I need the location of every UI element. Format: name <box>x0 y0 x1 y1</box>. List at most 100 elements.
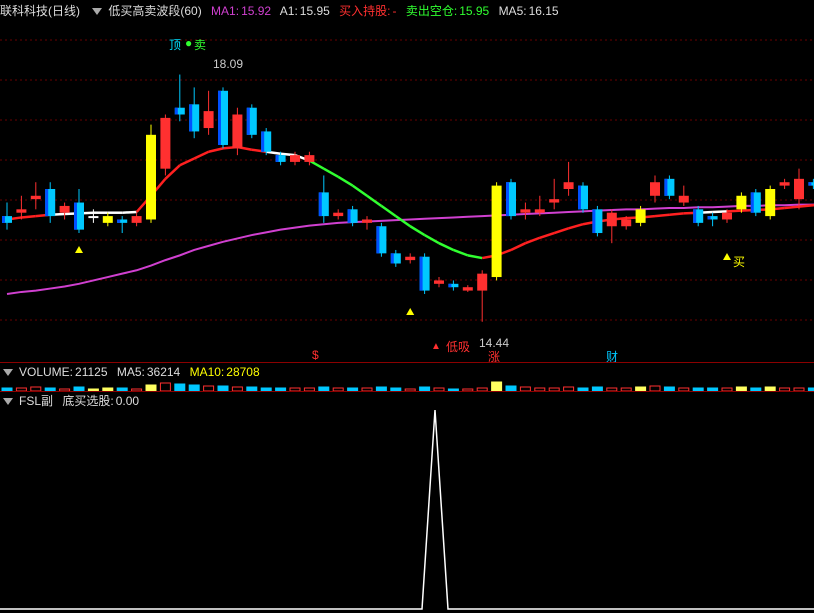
volume-chart[interactable] <box>0 381 814 391</box>
candle-body <box>434 280 444 284</box>
buy-hint-triangle <box>406 308 415 315</box>
fsl-label: FSL副 <box>19 394 54 408</box>
candle-body-shade <box>45 189 49 217</box>
candle-body <box>160 117 171 169</box>
indicator-dropdown-icon[interactable] <box>92 8 103 16</box>
candle-body-shade <box>664 178 668 196</box>
trend-segment <box>409 225 426 237</box>
period-label: (日线) <box>48 4 81 18</box>
candle-body <box>736 195 747 210</box>
trend-segment <box>366 194 383 207</box>
fsl-indicator-chart[interactable] <box>0 410 814 610</box>
candle-body-shade <box>117 219 121 223</box>
trend-segment <box>351 184 368 197</box>
trend-segment <box>266 150 281 156</box>
candle-body <box>405 256 416 261</box>
candle-body-shade <box>808 182 812 186</box>
volume-ma10-value: 28708 <box>226 365 260 379</box>
marker-s: $ <box>312 348 319 362</box>
candle-body-shade <box>448 283 452 288</box>
candle-body <box>635 209 646 223</box>
ma5-value: 16.15 <box>528 4 559 18</box>
candle-body-shade <box>750 192 754 213</box>
candle-body <box>146 134 156 220</box>
candle-body <box>606 212 617 227</box>
candle-body <box>333 212 344 217</box>
top-label: 顶 <box>169 38 182 52</box>
buy-hint-triangle <box>75 246 83 253</box>
trend-segment <box>568 223 584 230</box>
candle-body <box>102 216 113 223</box>
trend-segment <box>539 231 555 239</box>
candle-body <box>534 209 545 213</box>
trend-segment <box>798 204 814 208</box>
candle-body <box>362 219 372 223</box>
candle-body-shade <box>707 216 711 220</box>
candle-body-shade <box>275 155 279 162</box>
low-suck-label: 低吸 <box>446 340 471 354</box>
fsl-header: FSL副 底买选股: 0.00 <box>0 392 145 410</box>
ma1-label: MA1: <box>211 4 240 18</box>
candlestick-chart[interactable] <box>0 20 814 362</box>
candle-body-shade <box>174 107 178 115</box>
trend-segment <box>21 214 36 219</box>
volume-bar <box>491 381 503 391</box>
volume-value: 21125 <box>75 365 108 379</box>
candle-body-shade <box>261 131 265 152</box>
candle-body-shade <box>390 253 394 264</box>
low-arrow-icon: ▲ <box>431 341 441 352</box>
candle-body <box>621 219 632 227</box>
trend-segment <box>122 210 137 214</box>
trend-segment <box>654 213 670 218</box>
candle-body <box>563 182 574 189</box>
trend-segment <box>452 248 469 257</box>
a1-label: A1: <box>279 4 298 18</box>
main-header: 联科科技(日线) 低买高卖波段(60) MA1: 15.92 A1: 15.95 买… <box>0 2 565 20</box>
sell-clear-label: 卖出空仓: <box>405 4 458 18</box>
candle-body <box>491 185 502 278</box>
trend-segment <box>524 236 541 245</box>
candle-body <box>131 216 142 223</box>
candle-body <box>520 209 531 213</box>
volume-bar <box>174 383 186 391</box>
candle-body <box>203 111 214 129</box>
candle-body <box>16 209 27 213</box>
sell-dot-icon: ● <box>185 36 193 50</box>
trend-segment <box>280 152 296 157</box>
trend-segment <box>380 204 397 218</box>
candle-body-shade <box>592 209 596 234</box>
sell-clear-value: 15.95 <box>459 4 490 18</box>
volume-header: VOLUME: 21125 MA5: 36214 MA10: 28708 <box>0 363 266 381</box>
candle-body <box>30 195 41 200</box>
trend-segment <box>438 242 454 252</box>
trend-segment <box>193 150 210 160</box>
volume-ma5-value: 36214 <box>146 365 181 379</box>
indicator-name[interactable]: 低买高卖波段(60) <box>108 4 201 18</box>
candle-body <box>59 205 70 213</box>
candle-body <box>722 212 732 220</box>
candle-body-shade <box>693 209 697 223</box>
candle-body-shade <box>218 90 221 145</box>
sell-label: 卖 <box>194 38 207 52</box>
buy-hold-value: - <box>392 4 397 18</box>
fsl-signal-line <box>0 410 814 610</box>
candle-body <box>462 287 473 291</box>
candle-body-shade <box>506 182 509 217</box>
candle-body <box>88 216 99 219</box>
trend-segment <box>784 205 800 210</box>
candle-body <box>232 114 243 149</box>
volume-bar <box>159 382 171 391</box>
candle-body-shade <box>347 209 351 223</box>
ma1-value: 15.92 <box>241 4 272 18</box>
buy-label-2: 买 <box>733 255 746 269</box>
candle-body <box>765 189 776 217</box>
ma5-label: MA5: <box>498 4 527 18</box>
candle-body <box>290 155 300 162</box>
volume-dropdown-icon[interactable] <box>3 369 13 377</box>
trend-segment <box>553 227 569 235</box>
trend-segment <box>510 242 526 252</box>
fsl-dropdown-icon[interactable] <box>3 398 13 406</box>
candle-body <box>304 155 315 162</box>
candle-body-shade <box>2 216 5 223</box>
trend-segment <box>337 175 354 187</box>
